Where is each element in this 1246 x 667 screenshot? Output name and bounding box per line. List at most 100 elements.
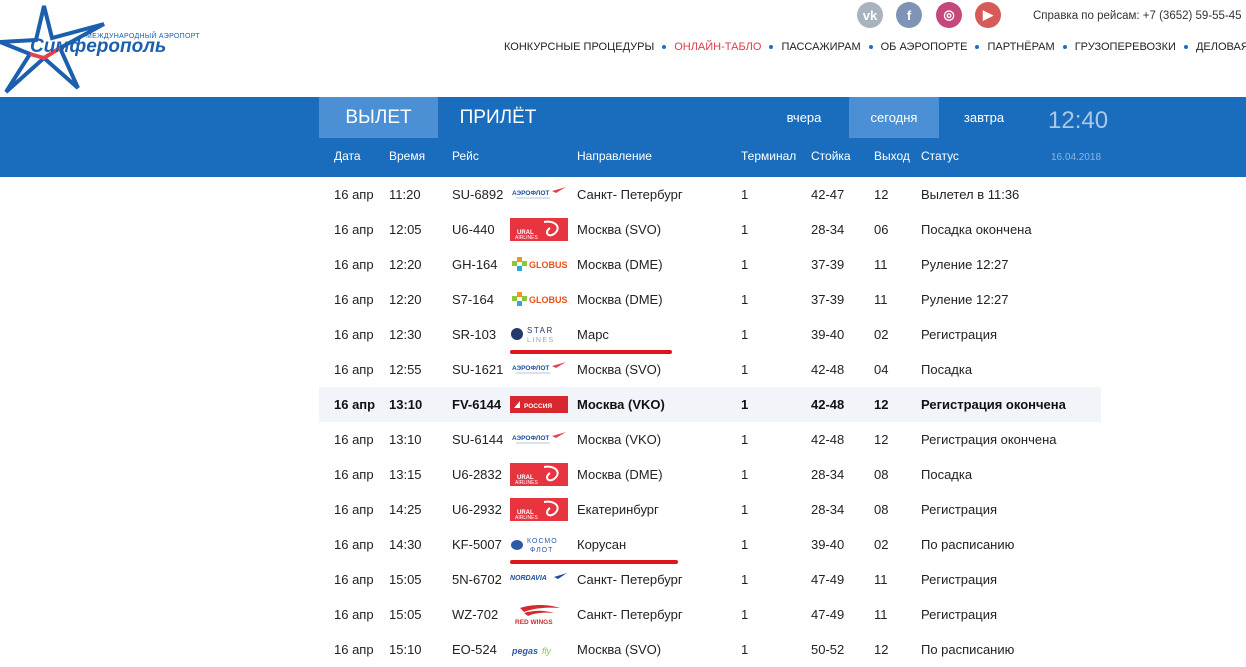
instagram-icon[interactable]: ◎ [936,2,962,28]
table-row[interactable]: 16 апр 13:10 SU-6144 Москва (VKO) 1 42-48 12 Ре… [319,422,1101,457]
svg-text:GLOBUS: GLOBUS [529,260,568,270]
flight-time: 13:10 [389,397,423,412]
flight-checkin-desk: 39-40 [811,327,845,342]
flight-date: 16 апр [334,362,374,377]
nav-item[interactable]: КОНКУРСНЫЕ ПРОЦЕДУРЫ [504,41,654,53]
column-header: Дата [334,149,361,163]
flight-gate: 06 [874,222,889,237]
table-row[interactable]: 16 апр 14:30 KF-5007 Корусан 1 39-40 02 По расп… [319,527,1101,562]
svg-text:GLOBUS: GLOBUS [529,295,568,305]
flight-checkin-desk: 47-49 [811,572,845,587]
flight-time: 15:10 [389,642,422,657]
svg-text:STAR: STAR [527,326,554,335]
day-today[interactable]: сегодня [849,97,939,138]
tab-arrivals[interactable]: ПРИЛЁТ [438,97,558,138]
flight-status: Регистрация [921,572,997,587]
day-tomorrow[interactable]: завтра [939,97,1029,138]
table-row[interactable]: 16 апр 12:05 U6-440 Москва (SVO) 1 28-34 06 Пос… [319,212,1101,247]
svg-text:АЭРОФЛОТ: АЭРОФЛОТ [512,365,549,372]
svg-text:АЭРОФЛОТ: АЭРОФЛОТ [512,190,549,197]
flight-date: 16 апр [334,432,374,447]
facebook-icon[interactable]: f [896,2,922,28]
flight-terminal: 1 [741,642,749,657]
airport-logo[interactable]: Международный аэропорт Симферополь [0,2,200,94]
flight-time: 12:20 [389,257,422,272]
flight-gate: 08 [874,502,889,517]
flight-gate: 02 [874,327,889,342]
flight-gate: 11 [874,572,888,587]
flight-terminal: 1 [741,607,749,622]
flight-destination: Санкт- Петербург [577,187,683,202]
table-row[interactable]: 16 апр 12:20 S7-164 Москва (DME) 1 37-39 11 Рул… [319,282,1101,317]
table-row[interactable]: 16 апр 12:20 GH-164 Москва (DME) 1 37-39 11 Рул… [319,247,1101,282]
flight-gate: 12 [874,642,889,657]
globus-logo: GLOBUS [510,253,568,276]
flight-status: Регистрация [921,607,997,622]
nav-item[interactable]: ПАРТНЁРАМ [987,41,1054,53]
day-yesterday[interactable]: вчера [760,97,848,138]
table-row[interactable]: 16 апр 12:55 SU-1621 Москва (SVO) 1 42-48 04 По… [319,352,1101,387]
nav-item[interactable]: ОБ АЭРОПОРТЕ [881,41,968,53]
flight-terminal: 1 [741,467,749,482]
flight-destination: Москва (SVO) [577,362,662,377]
flight-terminal: 1 [741,222,749,237]
table-row[interactable]: 16 апр 11:20 SU-6892 Санкт- Петербург 1 42-47… [319,177,1101,212]
flight-status: Посадка [921,362,973,377]
flight-checkin-desk: 42-48 [811,362,845,377]
nav-separator-dot [662,45,667,49]
column-header: Время [389,149,426,163]
flight-terminal: 1 [741,432,749,447]
svg-text:РОССИЯ: РОССИЯ [524,403,552,410]
flight-number: SU-1621 [452,362,504,377]
logo-title: Симферополь [30,36,167,57]
rossiya-logo: РОССИЯ [510,393,568,416]
aeroflot-logo: АЭРОФЛОТ [510,428,568,451]
flight-destination: Марс [577,327,609,342]
flight-status: По расписанию [921,537,1015,552]
flight-date: 16 апр [334,642,374,657]
ural-logo: URAL AIRLINES [510,218,568,241]
flight-status: Регистрация [921,502,997,517]
table-row[interactable]: 16 апр 15:10 EO-524 Москва (SVO) 1 50-52 12 По … [319,632,1101,667]
nav-item[interactable]: ПАССАЖИРАМ [781,41,860,53]
table-row[interactable]: 16 апр 13:15 U6-2832 Москва (DME) 1 28-34 08 По… [319,457,1101,492]
nav-separator-dot [975,45,980,49]
flight-destination: Москва (SVO) [577,222,662,237]
vk-icon[interactable]: vk [857,2,883,28]
flight-date: 16 апр [334,572,374,587]
flight-checkin-desk: 28-34 [811,502,845,517]
table-row[interactable]: 16 апр 14:25 U6-2932 Екатеринбург 1 28-34 08 Ре… [319,492,1101,527]
tab-departures[interactable]: ВЫЛЕТ [319,97,438,138]
nav-item[interactable]: ДЕЛОВАЯ АВИАЦИЯ [1196,41,1246,53]
column-header: Направление [577,149,652,163]
nav-item[interactable]: ГРУЗОПЕРЕВОЗКИ [1075,41,1176,53]
table-row[interactable]: 16 апр 15:05 5N-6702 Санкт- Петербург 1 47-49… [319,562,1101,597]
flight-terminal: 1 [741,257,749,272]
flight-checkin-desk: 37-39 [811,257,845,272]
flight-status: Посадка [921,467,973,482]
youtube-icon[interactable]: ▶ [975,2,1001,28]
table-row[interactable]: 16 апр 12:30 SR-103 Марс 1 39-40 02 Регистрация… [319,317,1101,352]
flight-checkin-desk: 42-48 [811,397,845,412]
column-header: Статус [921,149,959,163]
flight-checkin-desk: 50-52 [811,642,845,657]
table-row[interactable]: 16 апр 13:10 FV-6144 Москва (VKO) 1 42-48 12 Ре… [319,387,1101,422]
flight-gate: 12 [874,187,889,202]
flight-number: U6-2932 [452,502,502,517]
flight-date: 16 апр [334,537,374,552]
flight-status: Регистрация окончена [921,397,1066,412]
flight-date: 16 апр [334,187,374,202]
nav-item[interactable]: ОНЛАЙН-ТАБЛО [674,41,761,53]
flight-status: Руление 12:27 [921,257,1009,272]
flight-time: 14:25 [389,502,422,517]
nav-separator-dot [868,45,873,49]
flight-date: 16 апр [334,327,374,342]
flight-number: SU-6144 [452,432,504,447]
table-row[interactable]: 16 апр 15:05 WZ-702 Санкт- Петербург 1 47-49 1… [319,597,1101,632]
svg-text:АЭРОФЛОТ: АЭРОФЛОТ [512,435,549,442]
svg-text:NORDAVIA: NORDAVIA [510,575,547,582]
flight-gate: 12 [874,397,889,412]
flight-terminal: 1 [741,397,749,412]
board-date: 16.04.2018 [1051,152,1102,163]
flight-terminal: 1 [741,502,749,517]
